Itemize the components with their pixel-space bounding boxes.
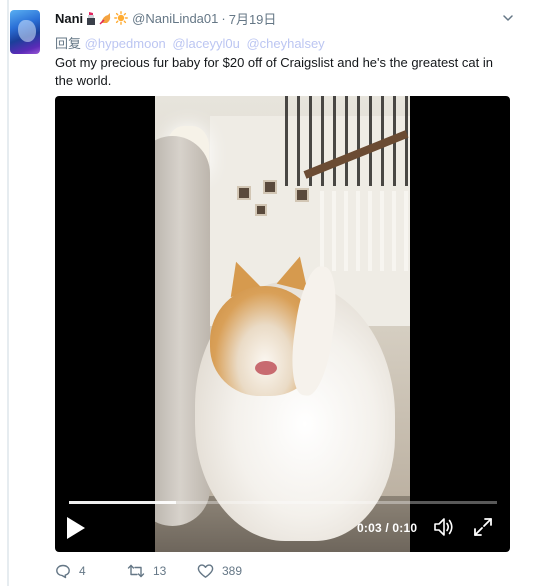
- video-player[interactable]: 0:03 / 0:10: [55, 96, 510, 552]
- lipstick-icon: [87, 11, 96, 25]
- retweet-count: 13: [153, 564, 167, 578]
- reply-count: 4: [79, 564, 86, 578]
- reply-button[interactable]: 4: [55, 563, 127, 579]
- sun-icon: [114, 11, 129, 25]
- volume-icon[interactable]: [433, 517, 455, 537]
- header-separator: ·: [221, 10, 226, 26]
- tweet-header: Nani @NaniLinda01 · 7月19日: [55, 9, 515, 27]
- retweet-button[interactable]: 13: [127, 563, 197, 579]
- reply-prefix: 回复: [55, 36, 82, 51]
- thread-line: [7, 0, 9, 586]
- tweet-actions: 4 13 389: [55, 562, 242, 580]
- cat-icon: [99, 12, 111, 25]
- reply-icon: [56, 564, 70, 579]
- like-button[interactable]: 389: [197, 563, 242, 579]
- fullscreen-icon[interactable]: [473, 517, 493, 537]
- author-handle[interactable]: @NaniLinda01: [132, 11, 218, 26]
- video-time: 0:03 / 0:10: [357, 521, 418, 535]
- chevron-down-icon[interactable]: [501, 11, 515, 25]
- heart-icon: [197, 564, 214, 578]
- video-progress-fill: [69, 501, 176, 504]
- avatar[interactable]: [10, 10, 40, 54]
- author-name[interactable]: Nani: [55, 11, 83, 26]
- video-progress-bar[interactable]: [69, 501, 497, 504]
- retweet-icon: [127, 564, 145, 578]
- tweet-date[interactable]: 7月19日: [229, 9, 277, 28]
- reply-context: 回复 @hypedmoon @laceyyl0u @cheyhalsey: [55, 33, 515, 51]
- mention-link[interactable]: @cheyhalsey: [246, 36, 324, 51]
- tweet-text: Got my precious fur baby for $20 off of …: [55, 55, 493, 88]
- mention-link[interactable]: @laceyyl0u: [172, 36, 239, 51]
- like-count: 389: [222, 564, 243, 578]
- video-frame: [155, 96, 410, 552]
- mention-link[interactable]: @hypedmoon: [85, 36, 166, 51]
- play-icon[interactable]: [65, 516, 87, 540]
- name-emojis: [85, 11, 129, 25]
- tweet-content: Nani @NaniLinda01 · 7月19日 回复 @hypedmoon …: [55, 9, 515, 90]
